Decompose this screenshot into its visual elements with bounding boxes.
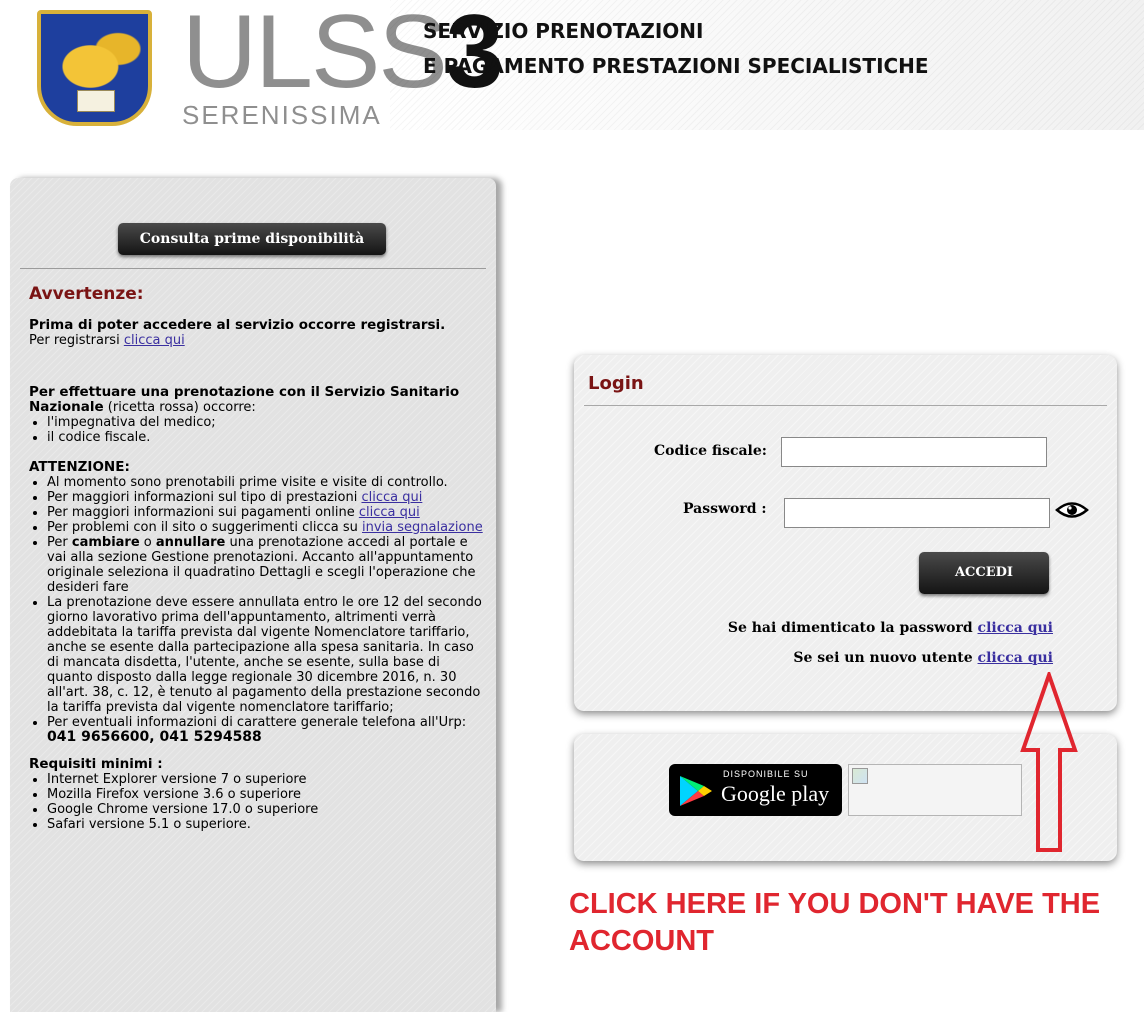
- requisiti-title: Requisiti minimi :: [29, 756, 163, 772]
- show-password-eye-icon[interactable]: [1055, 499, 1089, 521]
- list-item: Per maggiori informazioni sul tipo di pr…: [47, 490, 489, 505]
- codice-fiscale-label: Codice fiscale:: [654, 443, 767, 459]
- info-panel: Consulta prime disponibilità Avvertenze:…: [10, 178, 496, 1012]
- password-input[interactable]: [784, 498, 1050, 528]
- divider: [584, 405, 1107, 406]
- password-label: Password :: [683, 501, 767, 517]
- new-user-register-link[interactable]: clicca qui: [978, 650, 1053, 666]
- login-panel: Login Codice fiscale: Password : ACCEDI …: [574, 355, 1117, 711]
- forgot-password-link[interactable]: clicca qui: [978, 620, 1053, 636]
- requirements-list: l'impegnativa del medico; il codice fisc…: [29, 415, 489, 445]
- invia-segnalazione-link[interactable]: invia segnalazione: [362, 520, 483, 535]
- broken-image-icon: [852, 768, 868, 784]
- new-user-line: Se sei un nuovo utente clicca qui: [793, 650, 1053, 666]
- list-item: Safari versione 5.1 o superiore.: [47, 817, 489, 832]
- book-icon: [77, 90, 115, 112]
- prestazioni-info-link[interactable]: clicca qui: [361, 490, 422, 505]
- list-item: La prenotazione deve essere annullata en…: [47, 595, 489, 715]
- annotation-text: CLICK HERE IF YOU DON'T HAVE THE ACCOUNT: [569, 888, 1101, 957]
- logo-subtitle: SERENISSIMA: [182, 100, 382, 130]
- avvertenze-title: Avvertenze:: [29, 284, 144, 304]
- list-item: Mozilla Firefox versione 3.6 o superiore: [47, 787, 489, 802]
- requisiti-list: Internet Explorer versione 7 o superiore…: [29, 772, 489, 832]
- broken-image-placeholder: [848, 764, 1022, 816]
- register-link[interactable]: clicca qui: [124, 333, 185, 348]
- register-line: Per registrarsi clicca qui: [29, 333, 185, 348]
- list-item: Per problemi con il sito o suggerimenti …: [47, 520, 489, 535]
- region-shield-logo: [37, 10, 152, 126]
- codice-fiscale-input[interactable]: [781, 437, 1047, 467]
- ulss3-logo: ULSS3: [182, 0, 504, 110]
- google-play-badge[interactable]: DISPONIBILE SU Google play: [669, 764, 842, 816]
- google-play-icon: [680, 776, 712, 806]
- forgot-password-line: Se hai dimenticato la password clicca qu…: [727, 620, 1053, 636]
- service-title: SERVIZIO PRENOTAZIONI E PAGAMENTO PRESTA…: [423, 19, 929, 78]
- divider: [20, 268, 486, 269]
- red-up-arrow-icon: [1020, 672, 1078, 852]
- list-item: Al momento sono prenotabili prime visite…: [47, 475, 489, 490]
- info-content: Prima di poter accedere al servizio occo…: [29, 317, 489, 833]
- list-item: Google Chrome versione 17.0 o superiore: [47, 802, 489, 817]
- list-item: Per cambiare o annullare una prenotazion…: [47, 535, 489, 595]
- consulta-disponibilita-button[interactable]: Consulta prime disponibilità: [118, 223, 386, 255]
- page-header: ULSS3 SERENISSIMA SERVIZIO PRENOTAZIONI …: [0, 0, 1144, 130]
- list-item: l'impegnativa del medico;: [47, 415, 489, 430]
- pagamenti-info-link[interactable]: clicca qui: [359, 505, 420, 520]
- attenzione-title: ATTENZIONE:: [29, 459, 130, 475]
- prenotazione-intro: Per effettuare una prenotazione con il S…: [29, 384, 460, 416]
- list-item: Per eventuali informazioni di carattere …: [47, 715, 489, 745]
- attenzione-list: Al momento sono prenotabili prime visite…: [29, 475, 489, 745]
- accedi-button[interactable]: ACCEDI: [919, 552, 1049, 594]
- register-notice: Prima di poter accedere al servizio occo…: [29, 317, 446, 333]
- login-title: Login: [588, 373, 644, 394]
- list-item: il codice fiscale.: [47, 430, 489, 445]
- list-item: Per maggiori informazioni sui pagamenti …: [47, 505, 489, 520]
- winged-lion-icon: [49, 28, 141, 98]
- list-item: Internet Explorer versione 7 o superiore: [47, 772, 489, 787]
